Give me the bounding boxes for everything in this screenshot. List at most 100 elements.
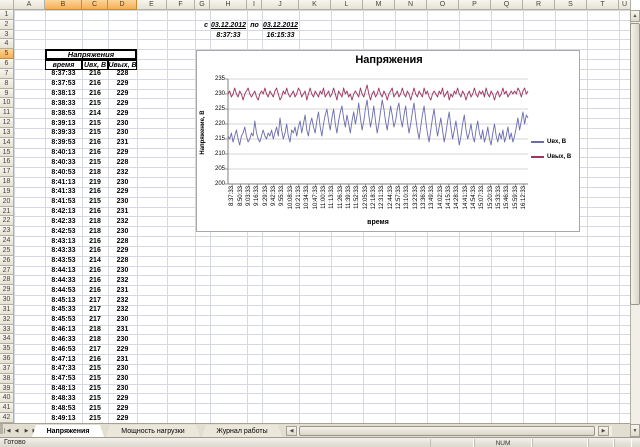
- cell-uin[interactable]: 215: [82, 118, 108, 128]
- row-header-11[interactable]: 11: [0, 108, 14, 118]
- cell-time[interactable]: 8:46:13: [45, 325, 82, 335]
- cell-uin[interactable]: 215: [82, 128, 108, 138]
- column-header-I[interactable]: I: [247, 0, 262, 10]
- cell-uout[interactable]: 229: [108, 108, 137, 118]
- row-header-37[interactable]: 37: [0, 364, 14, 374]
- cell-uin[interactable]: 218: [82, 216, 108, 226]
- cell-time[interactable]: 8:39:33: [45, 128, 82, 138]
- row-header-13[interactable]: 13: [0, 128, 14, 138]
- column-header-S[interactable]: S: [555, 0, 587, 10]
- cell-uin[interactable]: 215: [82, 374, 108, 384]
- scroll-down-icon[interactable]: ▼: [630, 424, 640, 437]
- cell-time[interactable]: 8:43:53: [45, 256, 82, 266]
- cell-uout[interactable]: 230: [108, 128, 137, 138]
- vertical-scroll-thumb[interactable]: [630, 23, 640, 305]
- cell-time[interactable]: 8:47:53: [45, 374, 82, 384]
- row-header-24[interactable]: 24: [0, 236, 14, 246]
- row-header-33[interactable]: 33: [0, 325, 14, 335]
- cell-time[interactable]: 8:45:53: [45, 315, 82, 325]
- column-header-U[interactable]: U: [619, 0, 631, 10]
- cell-time[interactable]: 8:45:33: [45, 305, 82, 315]
- cell-uout[interactable]: 230: [108, 384, 137, 394]
- row-header-18[interactable]: 18: [0, 177, 14, 187]
- row-header-31[interactable]: 31: [0, 305, 14, 315]
- column-header-M[interactable]: M: [363, 0, 395, 10]
- cell-uout[interactable]: 230: [108, 266, 137, 276]
- row-header-35[interactable]: 35: [0, 344, 14, 354]
- cell-uout[interactable]: 228: [108, 69, 137, 79]
- cell-uin[interactable]: 215: [82, 384, 108, 394]
- cell-time[interactable]: 8:37:33: [45, 69, 82, 79]
- row-header-12[interactable]: 12: [0, 118, 14, 128]
- cell-time[interactable]: 8:40:53: [45, 167, 82, 177]
- cell-uin[interactable]: 215: [82, 364, 108, 374]
- row-header-40[interactable]: 40: [0, 393, 14, 403]
- row-header-21[interactable]: 21: [0, 207, 14, 217]
- cell-uin[interactable]: 218: [82, 334, 108, 344]
- cell-uin[interactable]: 215: [82, 157, 108, 167]
- cell-time[interactable]: 8:47:13: [45, 354, 82, 364]
- cell-uin[interactable]: 215: [82, 403, 108, 413]
- row-header-30[interactable]: 30: [0, 295, 14, 305]
- column-header-L[interactable]: L: [331, 0, 363, 10]
- period-to-label[interactable]: по: [247, 20, 262, 30]
- cell-uout[interactable]: 231: [108, 207, 137, 217]
- cell-uin[interactable]: 217: [82, 295, 108, 305]
- cell-time[interactable]: 8:42:53: [45, 226, 82, 236]
- cell-time[interactable]: 8:39:13: [45, 118, 82, 128]
- cell-time[interactable]: 8:46:33: [45, 334, 82, 344]
- cell-uin[interactable]: 216: [82, 138, 108, 148]
- cell-time[interactable]: 8:44:53: [45, 285, 82, 295]
- row-header-9[interactable]: 9: [0, 89, 14, 99]
- table-column-header[interactable]: Uвых, В: [108, 60, 137, 70]
- cell-uin[interactable]: 217: [82, 344, 108, 354]
- cell-uout[interactable]: 228: [108, 157, 137, 167]
- row-header-20[interactable]: 20: [0, 197, 14, 207]
- row-header-27[interactable]: 27: [0, 266, 14, 276]
- cell-uout[interactable]: 230: [108, 364, 137, 374]
- row-header-4[interactable]: 4: [0, 39, 14, 49]
- scroll-up-icon[interactable]: ▲: [630, 10, 640, 22]
- cell-time[interactable]: 8:48:13: [45, 384, 82, 394]
- column-header-E[interactable]: E: [137, 0, 167, 10]
- cell-uin[interactable]: 218: [82, 325, 108, 335]
- cell-uout[interactable]: 229: [108, 89, 137, 99]
- cell-time[interactable]: 8:40:33: [45, 157, 82, 167]
- cell-uin[interactable]: 216: [82, 246, 108, 256]
- first-sheet-icon[interactable]: ❘◀: [2, 426, 11, 436]
- prev-sheet-icon[interactable]: ◀: [12, 426, 21, 436]
- horizontal-scroll-thumb[interactable]: [299, 426, 595, 436]
- cell-uin[interactable]: 216: [82, 236, 108, 246]
- cell-uout[interactable]: 230: [108, 177, 137, 187]
- row-header-19[interactable]: 19: [0, 187, 14, 197]
- column-header-J[interactable]: J: [262, 0, 299, 10]
- row-header-7[interactable]: 7: [0, 69, 14, 79]
- table-column-header[interactable]: время: [45, 60, 82, 70]
- cell-uout[interactable]: 229: [108, 246, 137, 256]
- cell-uin[interactable]: 216: [82, 187, 108, 197]
- row-header-32[interactable]: 32: [0, 315, 14, 325]
- cell-uin[interactable]: 216: [82, 207, 108, 217]
- cell-uin[interactable]: 216: [82, 79, 108, 89]
- cell-uin[interactable]: 215: [82, 98, 108, 108]
- cell-time[interactable]: 8:44:13: [45, 266, 82, 276]
- row-header-1[interactable]: 1: [0, 10, 14, 20]
- row-header-6[interactable]: 6: [0, 59, 14, 69]
- cell-uin[interactable]: 216: [82, 89, 108, 99]
- cell-uout[interactable]: 232: [108, 275, 137, 285]
- row-header-15[interactable]: 15: [0, 148, 14, 158]
- cell-uout[interactable]: 229: [108, 148, 137, 158]
- column-header-P[interactable]: P: [459, 0, 491, 10]
- cell-uout[interactable]: 231: [108, 138, 137, 148]
- cell-uout[interactable]: 232: [108, 216, 137, 226]
- sheet-tab-3[interactable]: Журнал работы: [202, 425, 282, 437]
- next-sheet-icon[interactable]: ▶: [22, 426, 31, 436]
- cell-uout[interactable]: 231: [108, 285, 137, 295]
- cell-uout[interactable]: 230: [108, 315, 137, 325]
- row-header-36[interactable]: 36: [0, 354, 14, 364]
- cell-time[interactable]: 8:49:13: [45, 413, 82, 423]
- cell-uin[interactable]: 216: [82, 354, 108, 364]
- cell-uin[interactable]: 216: [82, 69, 108, 79]
- cell-uout[interactable]: 231: [108, 354, 137, 364]
- column-header-B[interactable]: B: [45, 0, 82, 10]
